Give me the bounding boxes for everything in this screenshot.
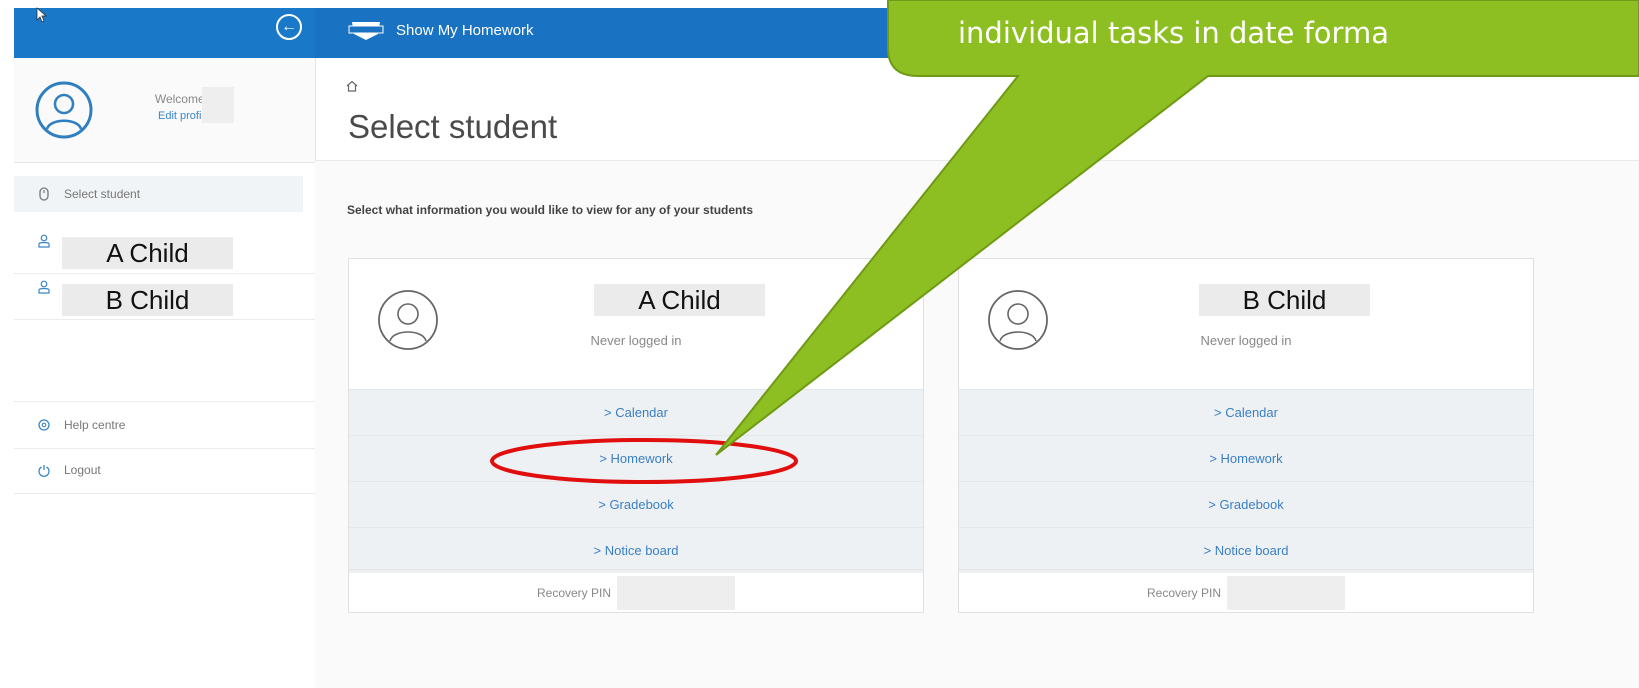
mouse-icon	[39, 187, 49, 201]
divider	[315, 160, 1639, 161]
card-student-name: A Child	[594, 284, 765, 316]
card-student-name: B Child	[1199, 284, 1370, 316]
homework-link[interactable]: > Homework	[959, 435, 1533, 481]
sidebar-child-label[interactable]: B Child	[62, 284, 233, 316]
sidebar-item-label: Help centre	[64, 418, 126, 432]
redacted-pin	[617, 575, 736, 610]
sidebar-child-label[interactable]: A Child	[62, 237, 233, 269]
profile-panel: Welcome, Edit profile	[14, 58, 315, 163]
gradebook-link[interactable]: > Gradebook	[959, 481, 1533, 527]
calendar-link[interactable]: > Calendar	[349, 389, 923, 435]
recovery-pin-label: Recovery PIN	[1146, 585, 1222, 600]
user-circle-icon[interactable]	[34, 80, 94, 140]
gradebook-link[interactable]: > Gradebook	[349, 481, 923, 527]
sidebar-item-label: Logout	[64, 463, 101, 477]
notice-board-link[interactable]: > Notice board	[959, 527, 1533, 573]
app-title: Show My Homework	[396, 21, 534, 39]
login-status: Never logged in	[1200, 333, 1292, 348]
redacted-name	[202, 87, 234, 123]
login-status: Never logged in	[590, 333, 682, 348]
callout-text: individual tasks in date forma	[958, 16, 1389, 50]
smhw-logo-icon	[348, 22, 384, 40]
sidebar-item-logout[interactable]: Logout	[14, 447, 315, 494]
user-icon	[38, 234, 50, 248]
recovery-pin-label: Recovery PIN	[536, 585, 612, 600]
welcome-text: Welcome,	[154, 92, 208, 106]
sidebar-header	[14, 8, 315, 58]
sidebar-item-label: Select student	[64, 187, 141, 201]
power-icon	[38, 465, 50, 477]
highlight-ellipse	[490, 438, 798, 484]
page-title: Select student	[348, 108, 558, 145]
recovery-pin: Recovery PIN	[959, 569, 1533, 615]
edit-profile-link[interactable]: Edit profile	[124, 110, 210, 122]
redacted-pin	[1227, 575, 1346, 610]
calendar-link[interactable]: > Calendar	[959, 389, 1533, 435]
card-links: > Calendar > Homework > Gradebook > Noti…	[959, 389, 1533, 573]
sidebar-item-select-student[interactable]: Select student	[14, 176, 303, 212]
user-icon	[38, 280, 50, 294]
home-icon[interactable]	[346, 80, 358, 92]
arrow-left-icon[interactable]: ←	[276, 14, 302, 40]
sidebar-item-help[interactable]: Help centre	[14, 401, 315, 449]
recovery-pin: Recovery PIN	[349, 569, 923, 615]
intro-text: Select what information you would like t…	[347, 203, 754, 217]
sidebar: Welcome, Edit profile Select student Hel…	[14, 58, 316, 688]
notice-board-link[interactable]: > Notice board	[349, 527, 923, 573]
help-icon	[38, 419, 50, 431]
app-brand[interactable]: Show My Homework	[346, 18, 534, 42]
